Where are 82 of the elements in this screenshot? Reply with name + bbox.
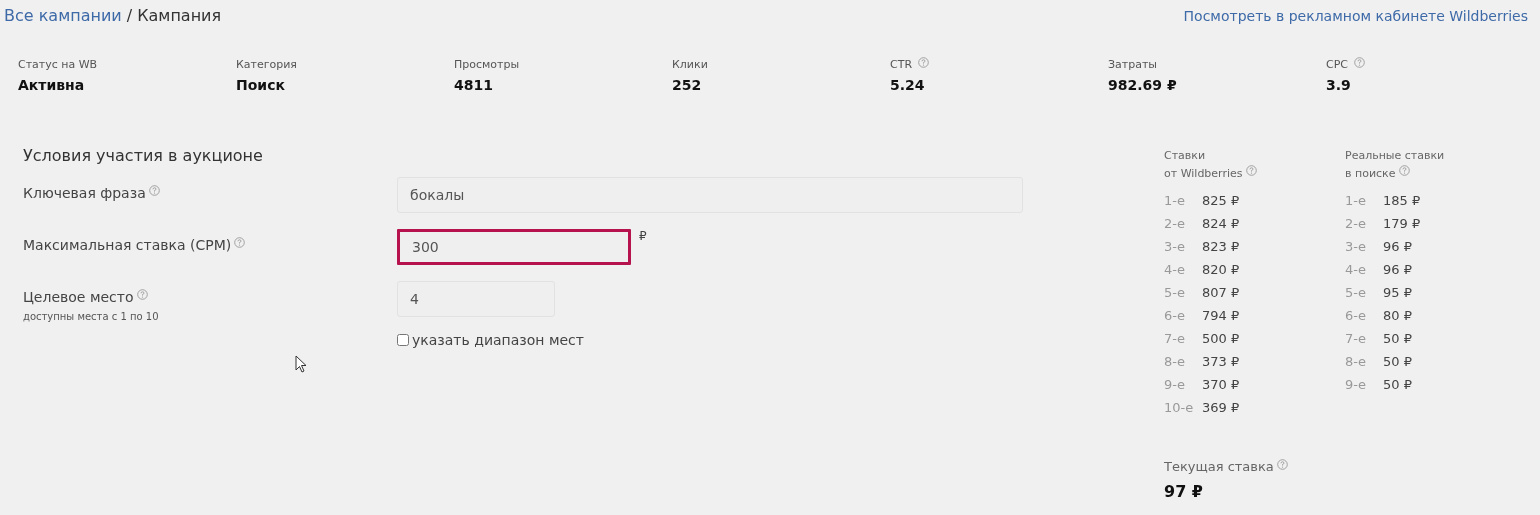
help-icon[interactable] (234, 237, 246, 248)
input-field[interactable]: 4 (397, 281, 555, 317)
place-label: 7-е (1164, 330, 1186, 348)
current-bid-value: 97 ₽ (1164, 482, 1203, 501)
place-label: 5-е (1345, 284, 1367, 302)
section-title: Условия участия в аукционе (23, 146, 263, 165)
bid-price: 50 ₽ (1383, 376, 1412, 394)
bid-price: 807 ₽ (1202, 284, 1240, 302)
stat-value: 4811 (454, 77, 493, 93)
bid-price: 373 ₽ (1202, 353, 1240, 371)
checkbox-label: указать диапазон мест (412, 332, 584, 348)
bid-price: 823 ₽ (1202, 238, 1240, 256)
bid-price: 50 ₽ (1383, 353, 1412, 371)
input-field[interactable]: 300 (397, 229, 631, 265)
stat-value: 982.69 ₽ (1108, 77, 1177, 93)
stat-label: Клики (672, 57, 708, 71)
place-label: 4-е (1345, 261, 1367, 279)
stat-label: Затраты (1108, 57, 1158, 71)
place-label: 3-е (1345, 238, 1367, 256)
bid-price: 96 ₽ (1383, 261, 1412, 279)
stat-value: Активна (18, 77, 85, 93)
place-label: 2-е (1345, 215, 1367, 233)
help-icon[interactable] (1276, 459, 1288, 470)
place-label: 1-е (1345, 192, 1367, 210)
field-label: Ключевая фраза (23, 185, 146, 201)
place-label: 3-е (1164, 238, 1186, 256)
bid-price: 794 ₽ (1202, 307, 1240, 325)
place-label: 8-е (1345, 353, 1367, 371)
help-icon[interactable] (1398, 165, 1410, 176)
place-label: 9-е (1164, 376, 1186, 394)
help-icon[interactable] (148, 185, 160, 196)
bid-price: 95 ₽ (1383, 284, 1412, 302)
help-icon[interactable] (1354, 57, 1365, 68)
place-label: 6-е (1345, 307, 1367, 325)
breadcrumb-link[interactable]: Все кампании (4, 6, 122, 25)
field-hint: доступны места с 1 по 10 (23, 311, 160, 322)
bid-price: 820 ₽ (1202, 261, 1240, 279)
bid-price: 369 ₽ (1202, 399, 1240, 417)
bid-price: 179 ₽ (1383, 215, 1421, 233)
current-bid-label: Текущая ставка (1164, 459, 1274, 474)
bid-price: 824 ₽ (1202, 215, 1240, 233)
mouse-cursor-icon (295, 355, 307, 373)
bid-price: 50 ₽ (1383, 330, 1412, 348)
bid-price: 500 ₽ (1202, 330, 1240, 348)
table-heading: от Wildberries (1164, 166, 1243, 182)
place-label: 5-е (1164, 284, 1186, 302)
help-icon[interactable] (136, 289, 148, 300)
range-checkbox[interactable] (397, 334, 409, 346)
place-label: 8-е (1164, 353, 1186, 371)
breadcrumb-separator: / (126, 6, 133, 25)
breadcrumb-current: Кампания (137, 6, 222, 25)
stat-value: 252 (672, 77, 702, 93)
place-label: 10-е (1164, 399, 1194, 417)
place-label: 2-е (1164, 215, 1186, 233)
bid-price: 370 ₽ (1202, 376, 1240, 394)
place-label: 7-е (1345, 330, 1367, 348)
stat-label: Просмотры (454, 57, 520, 71)
place-label: 6-е (1164, 307, 1186, 325)
stat-label: Категория (236, 57, 297, 71)
place-label: 1-е (1164, 192, 1186, 210)
place-label: 9-е (1345, 376, 1367, 394)
field-label: Максимальная ставка (CPM) (23, 237, 232, 253)
stat-label: Статус на WB (18, 57, 98, 71)
stat-label: CTR (890, 57, 913, 71)
table-heading: Ставки (1164, 148, 1206, 164)
external-link[interactable]: Посмотреть в рекламном кабинете Wildberries (1183, 8, 1528, 24)
bid-price: 96 ₽ (1383, 238, 1412, 256)
help-icon[interactable] (1245, 165, 1257, 176)
field-label: Целевое место (23, 289, 134, 305)
table-heading: Реальные ставки (1345, 148, 1445, 164)
stat-label: CPC (1326, 57, 1348, 71)
bid-price: 80 ₽ (1383, 307, 1412, 325)
input-field[interactable]: бокалы (397, 177, 1023, 213)
place-label: 4-е (1164, 261, 1186, 279)
currency-unit: ₽ (639, 229, 647, 243)
table-heading: в поиске (1345, 166, 1396, 182)
stat-value: 5.24 (890, 77, 925, 93)
bid-price: 185 ₽ (1383, 192, 1421, 210)
stat-value: Поиск (236, 77, 285, 93)
help-icon[interactable] (918, 57, 930, 68)
stat-value: 3.9 (1326, 77, 1351, 93)
bid-price: 825 ₽ (1202, 192, 1240, 210)
